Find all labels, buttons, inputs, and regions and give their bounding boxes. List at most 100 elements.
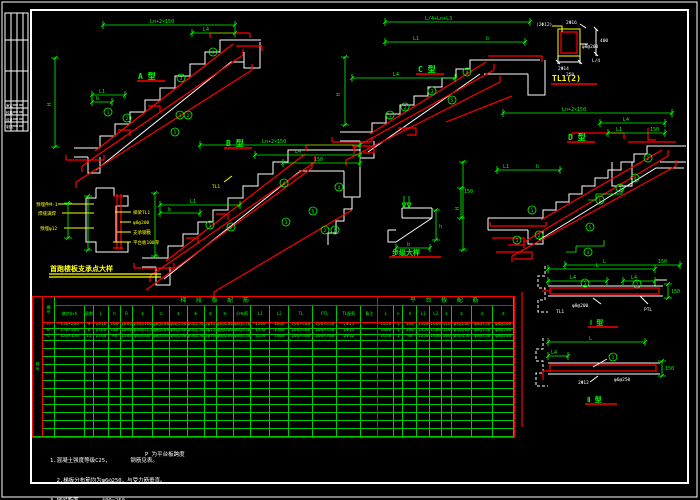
table-cell	[133, 341, 153, 349]
table-cell	[251, 389, 270, 397]
title-block-strip: 审定 校核 设计 制图	[5, 13, 28, 131]
table-cell	[205, 397, 217, 405]
table-cell	[94, 421, 109, 429]
table-cell	[217, 389, 234, 397]
table-cell	[442, 413, 452, 421]
table-cell	[337, 365, 361, 373]
table-cell	[234, 397, 251, 405]
beam-bottom-bars-text: 2Φ14	[558, 66, 569, 72]
table-cell	[170, 429, 187, 437]
dimension-line	[501, 109, 674, 117]
detail1-text: φ8@200	[572, 303, 589, 309]
table-cell: ②	[472, 306, 493, 323]
table-cell	[133, 405, 153, 413]
table-cell	[205, 341, 217, 349]
table-cell	[378, 349, 394, 357]
table-cell	[55, 349, 85, 357]
table-cell	[493, 349, 514, 357]
table-cell	[313, 389, 337, 397]
table-cell	[493, 405, 514, 413]
stair-b-label: B 型	[226, 138, 244, 148]
table-cell	[417, 381, 430, 389]
table-cell	[313, 357, 337, 365]
note-line: 1.混凝土强度等级C25， 钢筋见表。	[50, 458, 166, 465]
table-cell: L2	[270, 306, 289, 323]
table-cell	[378, 413, 394, 421]
table-cell	[417, 365, 430, 373]
table-cell	[394, 405, 403, 413]
dim-label: 150	[658, 259, 667, 265]
table-cell	[417, 373, 430, 381]
table-cell	[337, 421, 361, 429]
table-cell	[452, 405, 472, 413]
table-cell	[85, 373, 94, 381]
table-cell	[153, 389, 170, 397]
rebar-callout-number: 1	[516, 238, 519, 244]
beam-hanger-text: (2Φ12)	[536, 22, 552, 28]
table-cell	[430, 349, 442, 357]
table-cell	[121, 421, 133, 429]
table-cell	[188, 421, 205, 429]
table-cell	[43, 349, 55, 357]
table-cell: L2	[430, 306, 442, 323]
beam-section-detail: (2Φ12) 2Φ16 400 φ8@200 2Φ14 250 L/4 TL1(…	[536, 20, 608, 84]
table-cell: 编号	[43, 297, 55, 323]
table-cell	[337, 413, 361, 421]
table-cell	[270, 389, 289, 397]
rebar-callout-number: 3	[285, 220, 288, 226]
table-cell	[270, 373, 289, 381]
rebar-callout-number: 6	[334, 228, 337, 234]
table-cell	[361, 349, 378, 357]
table-cell	[361, 357, 378, 365]
table-cell	[472, 413, 493, 421]
dim-label: L4	[393, 72, 399, 78]
table-cell: B	[121, 306, 133, 323]
table-cell	[121, 341, 133, 349]
table-cell	[361, 365, 378, 373]
dim-label: b	[96, 96, 99, 102]
table-cell	[133, 429, 153, 437]
table-cell	[251, 341, 270, 349]
table-cell: ⑤	[205, 306, 217, 323]
table-cell	[361, 429, 378, 437]
table-cell	[270, 397, 289, 405]
table-cell	[452, 357, 472, 365]
table-cell	[170, 413, 187, 421]
table-cell: TL	[289, 306, 313, 323]
table-cell	[337, 429, 361, 437]
table-cell	[94, 357, 109, 365]
table-cell	[361, 405, 378, 413]
table-cell	[205, 365, 217, 373]
table-cell	[361, 413, 378, 421]
table-cell	[55, 373, 85, 381]
table-cell	[472, 357, 493, 365]
table-cell	[205, 357, 217, 365]
dim-label: L4	[551, 350, 557, 356]
table-cell	[217, 421, 234, 429]
table-cell	[55, 389, 85, 397]
table-cell	[133, 381, 153, 389]
table-cell	[452, 341, 472, 349]
table-cell	[430, 373, 442, 381]
table-cell: TL配筋	[337, 306, 361, 323]
table-cell	[205, 405, 217, 413]
table-cell	[121, 413, 133, 421]
rebar-callout-number: 2	[187, 113, 190, 119]
table-cell	[442, 421, 452, 429]
table-cell	[472, 341, 493, 349]
table-cell	[43, 357, 55, 365]
table-cell	[55, 357, 85, 365]
table-cell	[442, 349, 452, 357]
table-cell	[121, 381, 133, 389]
table-cell	[43, 413, 55, 421]
rebar-callout-number: 1	[209, 223, 212, 229]
table-cell	[417, 389, 430, 397]
rebar-callout-number: 1	[107, 110, 110, 116]
table-cell	[55, 381, 85, 389]
table-cell	[417, 349, 430, 357]
table-cell	[337, 349, 361, 357]
titleblock-row: 设计	[6, 117, 13, 122]
stair-schedule-table: 梯号编号梯 段 板 配 筋平 台 板 配 筋踏步b×h级数LhB①②③④⑤⑥分布…	[32, 296, 515, 438]
table-cell	[313, 349, 337, 357]
support-right-label: 平台板100厚	[133, 239, 160, 246]
